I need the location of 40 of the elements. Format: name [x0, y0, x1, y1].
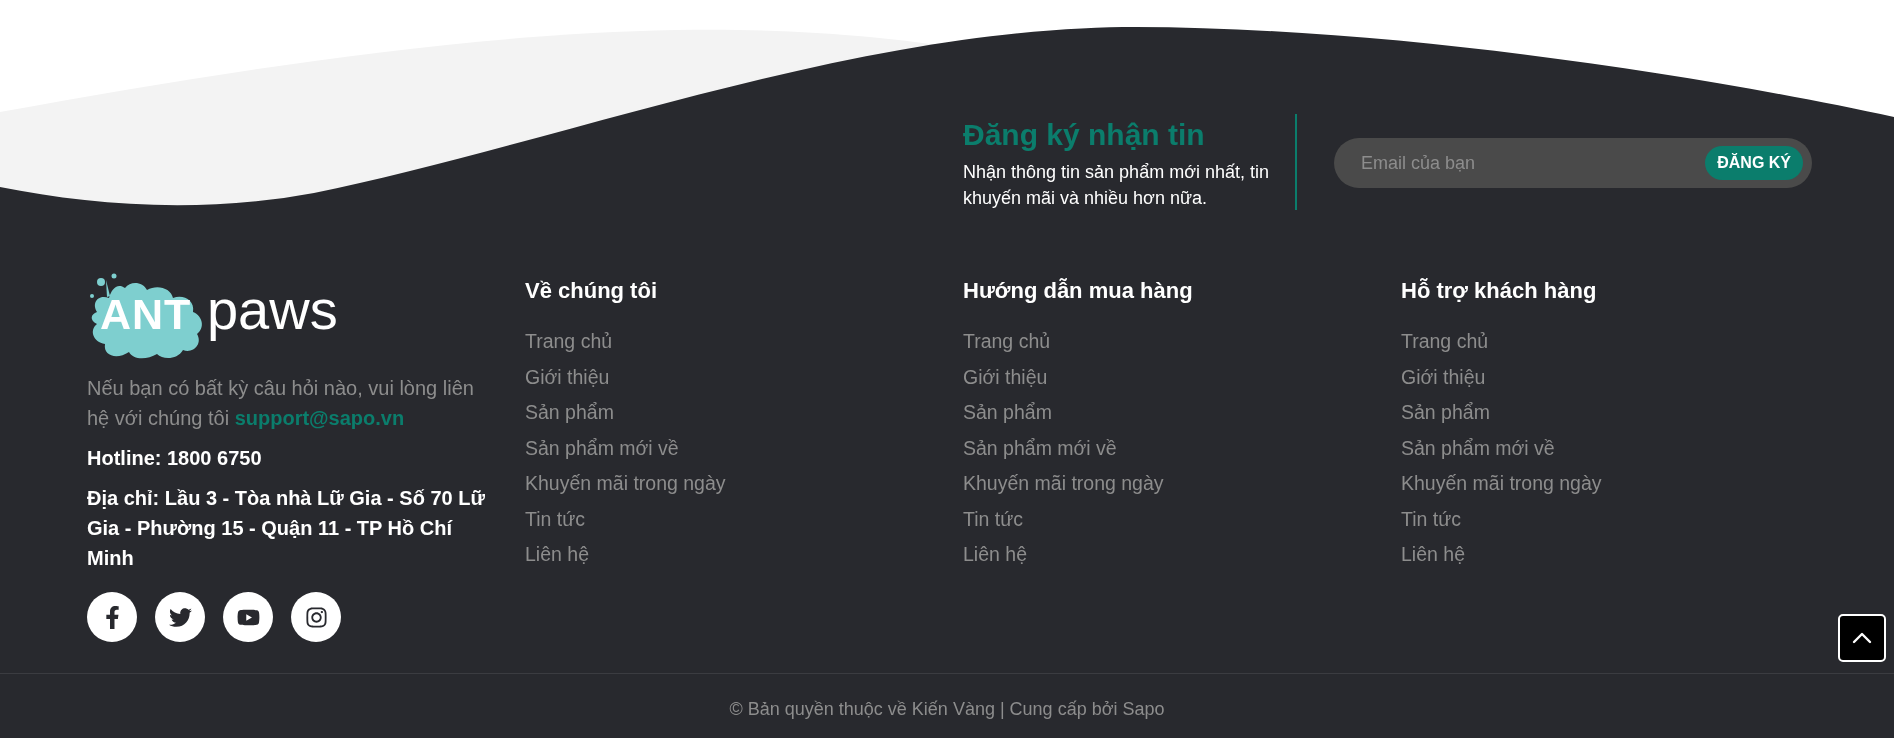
footer-link[interactable]: Liên hệ — [525, 537, 589, 573]
hotline-text: Hotline: 1800 6750 — [87, 446, 262, 471]
chevron-up-icon — [1852, 632, 1872, 644]
twitter-icon[interactable] — [155, 592, 205, 642]
newsletter-title: Đăng ký nhận tin — [963, 117, 1205, 153]
footer-link[interactable]: Sản phẩm mới về — [963, 430, 1117, 466]
footer-link[interactable]: Khuyến mãi trong ngày — [1401, 466, 1602, 502]
column-heading: Hướng dẫn mua hàng — [963, 277, 1193, 305]
footer-link[interactable]: Sản phẩm mới về — [1401, 430, 1555, 466]
footer-link[interactable]: Sản phẩm mới về — [525, 430, 679, 466]
footer-link[interactable]: Giới thiệu — [525, 359, 610, 395]
footer-link[interactable]: Sản phẩm — [525, 395, 614, 431]
facebook-icon[interactable] — [87, 592, 137, 642]
logo[interactable]: ANT paws — [87, 272, 338, 360]
column-heading: Hỗ trợ khách hàng — [1401, 277, 1597, 305]
footer-link[interactable]: Tin tức — [963, 501, 1023, 537]
footer-link[interactable]: Sản phẩm — [963, 395, 1052, 431]
footer-link[interactable]: Liên hệ — [963, 537, 1027, 573]
copyright-text: © Bản quyền thuộc về Kiến Vàng | Cung cấp bởi Sapo — [729, 698, 1165, 721]
footer-link[interactable]: Tin tức — [1401, 501, 1461, 537]
youtube-icon[interactable] — [223, 592, 273, 642]
footer-link[interactable]: Khuyến mãi trong ngày — [525, 466, 726, 502]
instagram-icon[interactable] — [291, 592, 341, 642]
footer-link[interactable]: Trang chủ — [525, 324, 613, 360]
column-heading: Về chúng tôi — [525, 277, 657, 305]
contact-description: Nếu bạn có bất kỳ câu hỏi nào, vui lòng liên hệ với chúng tôi support@sapo.vn — [87, 376, 475, 431]
back-to-top-button[interactable] — [1838, 614, 1886, 662]
footer-link[interactable]: Sản phẩm — [1401, 395, 1490, 431]
footer-link[interactable]: Trang chủ — [1401, 324, 1489, 360]
footer-link[interactable]: Khuyến mãi trong ngày — [963, 466, 1164, 502]
email-link[interactable]: support@sapo.vn — [234, 407, 405, 429]
email-field[interactable]: Email của bạn ĐĂNG KÝ — [1334, 138, 1812, 188]
footer-link[interactable]: Giới thiệu — [963, 359, 1048, 395]
footer-link[interactable]: Trang chủ — [963, 324, 1051, 360]
footer-link[interactable]: Giới thiệu — [1401, 359, 1486, 395]
subscribe-button[interactable]: ĐĂNG KÝ — [1705, 146, 1803, 180]
footer-link[interactable]: Tin tức — [525, 501, 585, 537]
address-text: Địa chỉ: Lầu 3 - Tòa nhà Lữ Gia - Số 70 Lữ Gia - Phường 15 - Quận 11 - TP Hồ Chí Minh — [87, 486, 486, 571]
footer-link[interactable]: Liên hệ — [1401, 537, 1465, 573]
newsletter-description: Nhận thông tin sản phẩm mới nhất, tin khuyến mãi và nhiều hơn nữa. — [963, 161, 1270, 210]
